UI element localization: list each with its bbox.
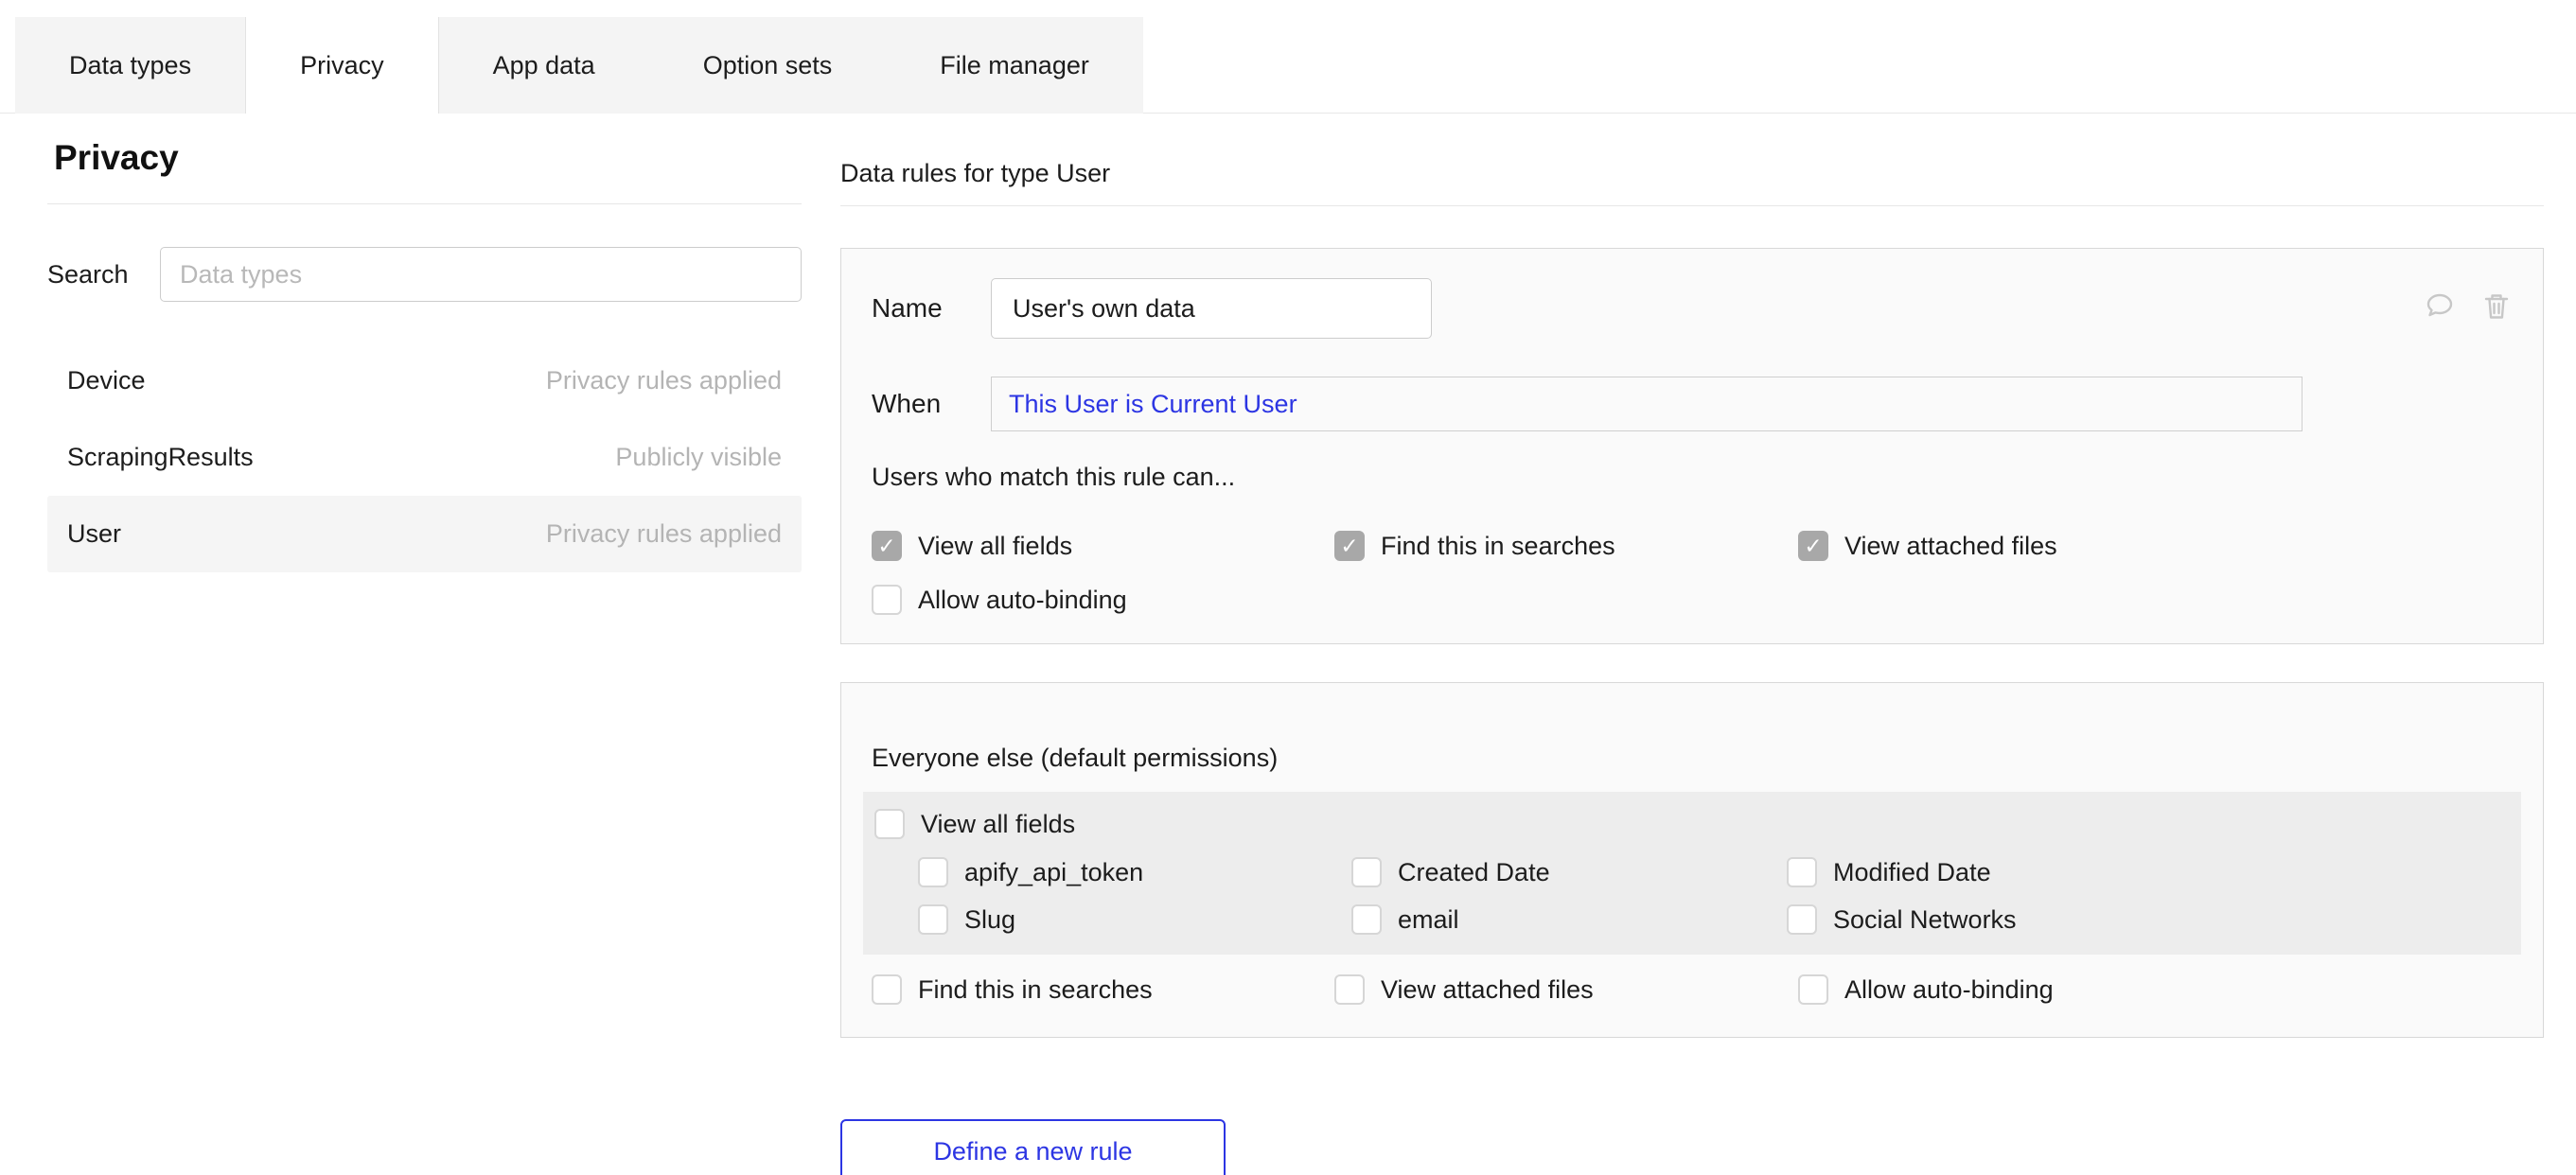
field-modified-date: Modified Date — [1787, 857, 2521, 887]
view-attached-files-checkbox[interactable] — [1334, 974, 1365, 1005]
when-label: When — [872, 389, 991, 419]
default-permissions: Find this in searches View attached file… — [872, 974, 2513, 1005]
field-checkbox[interactable] — [1351, 904, 1382, 935]
field-label: email — [1398, 905, 1459, 935]
field-slug: Slug — [918, 904, 1351, 935]
search-row: Search — [47, 246, 802, 303]
field-checkbox-grid: apify_api_token Created Date Modified Da… — [918, 857, 2521, 935]
allow-auto-binding-checkbox[interactable] — [1798, 974, 1828, 1005]
rules-header: Data rules for type User — [840, 159, 2544, 188]
perm-view-attached-files-default: View attached files — [1334, 974, 1798, 1005]
view-attached-files-checkbox[interactable] — [1798, 531, 1828, 561]
tab-data-types[interactable]: Data types — [15, 17, 245, 114]
privacy-sidebar: Privacy Search Device Privacy rules appl… — [47, 138, 802, 572]
data-type-list: Device Privacy rules applied ScrapingRes… — [47, 342, 802, 572]
rule-card: Name When This User is Current User User… — [840, 248, 2544, 644]
perm-label: Allow auto-binding — [1844, 975, 2054, 1005]
tab-app-data[interactable]: App data — [439, 17, 649, 114]
find-in-searches-checkbox[interactable] — [872, 974, 902, 1005]
data-type-name: ScrapingResults — [67, 443, 254, 472]
list-item-user[interactable]: User Privacy rules applied — [47, 496, 802, 572]
rule-name-row: Name — [872, 278, 2513, 339]
view-all-fields-checkbox[interactable] — [872, 531, 902, 561]
privacy-status: Publicly visible — [615, 443, 782, 472]
field-checkbox[interactable] — [1787, 904, 1817, 935]
privacy-page: Data types Privacy App data Option sets … — [0, 0, 2576, 1175]
perm-allow-auto-binding-default: Allow auto-binding — [1798, 974, 2513, 1005]
perm-label: Find this in searches — [918, 975, 1153, 1005]
perm-label: View attached files — [1844, 532, 2057, 561]
field-label: apify_api_token — [964, 858, 1143, 887]
when-condition-input[interactable]: This User is Current User — [991, 377, 2303, 431]
tab-option-sets[interactable]: Option sets — [649, 17, 887, 114]
perm-view-all-fields-default: View all fields — [874, 809, 2521, 839]
rule-permissions: View all fields Find this in searches Vi… — [872, 531, 2513, 615]
list-item-scrapingresults[interactable]: ScrapingResults Publicly visible — [47, 419, 802, 496]
perm-view-all-fields: View all fields — [872, 531, 1334, 561]
field-label: Social Networks — [1833, 905, 2017, 935]
allow-auto-binding-checkbox[interactable] — [872, 585, 902, 615]
perm-find-in-searches-default: Find this in searches — [872, 974, 1334, 1005]
everyone-else-card: Everyone else (default permissions) View… — [840, 682, 2544, 1038]
page-title: Privacy — [54, 138, 802, 178]
perm-label: View attached files — [1381, 975, 1594, 1005]
field-social-networks: Social Networks — [1787, 904, 2521, 935]
search-input[interactable] — [160, 247, 802, 302]
sidebar-divider — [47, 203, 802, 204]
fields-region: View all fields apify_api_token Created … — [863, 792, 2521, 955]
match-caption: Users who match this rule can... — [872, 461, 2513, 493]
field-checkbox[interactable] — [1351, 857, 1382, 887]
everyone-else-title: Everyone else (default permissions) — [872, 742, 2513, 774]
list-item-device[interactable]: Device Privacy rules applied — [47, 342, 802, 419]
view-all-fields-checkbox[interactable] — [874, 809, 905, 839]
field-created-date: Created Date — [1351, 857, 1787, 887]
tab-file-manager[interactable]: File manager — [886, 17, 1143, 114]
field-apify-api-token: apify_api_token — [918, 857, 1351, 887]
rules-panel: Data rules for type User — [840, 159, 2544, 1038]
perm-find-in-searches: Find this in searches — [1334, 531, 1798, 561]
privacy-status: Privacy rules applied — [546, 519, 782, 549]
perm-allow-auto-binding: Allow auto-binding — [872, 585, 1334, 615]
field-checkbox[interactable] — [1787, 857, 1817, 887]
rule-name-input[interactable] — [991, 278, 1432, 339]
perm-view-attached-files: View attached files — [1798, 531, 2513, 561]
perm-label: Find this in searches — [1381, 532, 1615, 561]
comment-icon[interactable] — [2422, 289, 2458, 324]
rule-card-actions — [2422, 289, 2514, 324]
tab-bar: Data types Privacy App data Option sets … — [15, 17, 1143, 114]
define-new-rule-button[interactable]: Define a new rule — [840, 1119, 1226, 1175]
find-in-searches-checkbox[interactable] — [1334, 531, 1365, 561]
field-label: Modified Date — [1833, 858, 1991, 887]
data-type-name: Device — [67, 366, 146, 395]
data-type-name: User — [67, 519, 121, 549]
rules-header-divider — [840, 205, 2544, 206]
rule-when-row: When This User is Current User — [872, 377, 2513, 431]
field-label: Created Date — [1398, 858, 1550, 887]
perm-label: Allow auto-binding — [918, 586, 1127, 615]
field-email: email — [1351, 904, 1787, 935]
perm-label: View all fields — [918, 532, 1072, 561]
search-label: Search — [47, 260, 160, 289]
trash-icon[interactable] — [2479, 289, 2514, 324]
privacy-status: Privacy rules applied — [546, 366, 782, 395]
field-label: Slug — [964, 905, 1015, 935]
name-label: Name — [872, 293, 991, 324]
field-checkbox[interactable] — [918, 857, 948, 887]
field-checkbox[interactable] — [918, 904, 948, 935]
tab-privacy[interactable]: Privacy — [245, 17, 439, 114]
perm-label: View all fields — [921, 810, 1075, 839]
